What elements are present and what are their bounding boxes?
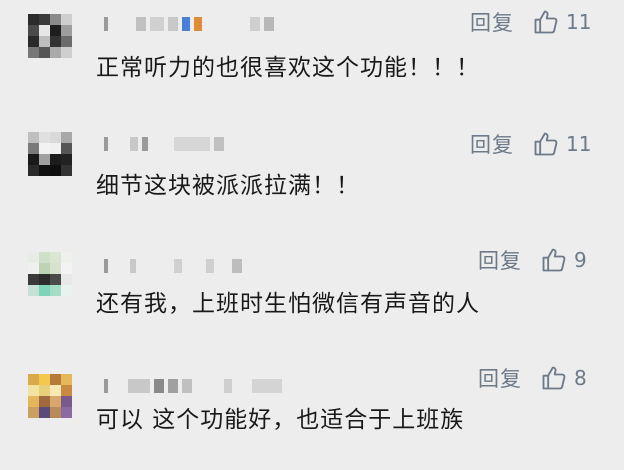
like-count: 8 (574, 366, 587, 390)
reply-button[interactable]: 回复 (470, 129, 514, 159)
username-blurred (104, 256, 242, 276)
like-button[interactable]: 8 (540, 364, 587, 392)
avatar[interactable] (28, 14, 72, 58)
comment-text: 可以 这个功能好，也适合于上班族 (96, 407, 465, 433)
thumbs-up-icon (542, 366, 566, 390)
reply-button[interactable]: 回复 (470, 7, 514, 37)
thumbs-up-icon (534, 132, 558, 156)
like-count: 11 (566, 10, 592, 34)
comment-actions: 回复 8 (478, 362, 587, 394)
avatar[interactable] (28, 252, 72, 296)
reply-button[interactable]: 回复 (478, 363, 522, 393)
username-blurred (104, 134, 224, 154)
reply-button[interactable]: 回复 (478, 245, 522, 275)
avatar[interactable] (28, 132, 72, 176)
thumbs-up-icon (542, 248, 566, 272)
like-count: 9 (574, 248, 587, 272)
comment-actions: 回复 11 (470, 6, 591, 38)
comment-item: 回复 11 细节这块被派派拉满！！ (0, 124, 624, 234)
comment-item: 回复 8 可以 这个功能好，也适合于上班族 (0, 360, 624, 470)
username-blurred (104, 14, 274, 34)
like-button[interactable]: 11 (532, 130, 591, 158)
username-blurred (104, 376, 282, 396)
like-button[interactable]: 11 (532, 8, 591, 36)
comment-item: 回复 11 正常听力的也很喜欢这个功能！！！ (0, 0, 624, 110)
comment-actions: 回复 11 (470, 128, 591, 160)
comment-text: 细节这块被派派拉满！！ (96, 173, 360, 199)
like-count: 11 (566, 132, 592, 156)
like-button[interactable]: 9 (540, 246, 587, 274)
comment-actions: 回复 9 (478, 244, 587, 276)
avatar[interactable] (28, 374, 72, 418)
comment-text: 正常听力的也很喜欢这个功能！！！ (96, 55, 480, 81)
thumbs-up-icon (534, 10, 558, 34)
comment-text: 还有我，上班时生怕微信有声音的人 (96, 291, 480, 317)
comment-item: 回复 9 还有我，上班时生怕微信有声音的人 (0, 240, 624, 350)
